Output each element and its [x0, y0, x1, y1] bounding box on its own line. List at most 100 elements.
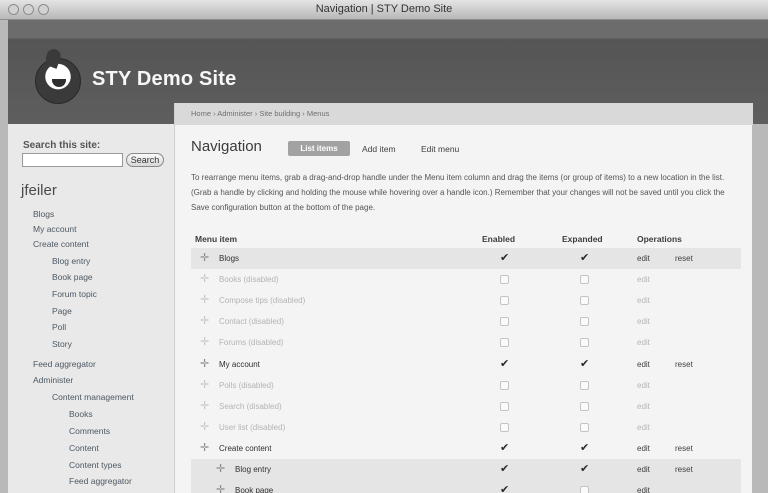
drag-handle-icon[interactable]: ✛ — [200, 358, 209, 370]
edit-link[interactable]: edit — [637, 444, 650, 453]
nav-link-create-content[interactable]: Create content — [33, 239, 89, 249]
nav-link-blog-entry[interactable]: Blog entry — [52, 256, 90, 266]
drag-handle-icon[interactable]: ✛ — [200, 400, 209, 412]
expanded-checkbox[interactable] — [580, 402, 589, 411]
drag-handle-icon[interactable]: ✛ — [200, 294, 209, 306]
drupal-logo-icon[interactable] — [35, 58, 81, 104]
nav-link-content-types[interactable]: Content types — [69, 460, 121, 470]
nav-link-poll[interactable]: Poll — [52, 322, 66, 332]
drag-handle-icon[interactable]: ✛ — [200, 252, 209, 264]
edit-link[interactable]: edit — [637, 465, 650, 474]
nav-link-books[interactable]: Books — [69, 409, 93, 419]
nav-link-blogs[interactable]: Blogs — [33, 209, 54, 219]
edit-link[interactable]: edit — [637, 360, 650, 369]
edit-link[interactable]: edit — [637, 402, 650, 411]
edit-link[interactable]: edit — [637, 338, 650, 347]
table-row: ✛ Search (disabled) edit — [191, 396, 741, 417]
search-button[interactable]: Search — [126, 153, 164, 167]
tab-list-items[interactable]: List items — [288, 141, 350, 156]
tab-edit-menu[interactable]: Edit menu — [421, 144, 459, 154]
nav-link-comments[interactable]: Comments — [69, 426, 110, 436]
nav-link-feed-aggregator[interactable]: Feed aggregator — [33, 359, 96, 369]
enabled-checkbox[interactable] — [500, 483, 509, 493]
enabled-checkbox[interactable] — [500, 423, 509, 432]
drag-handle-icon[interactable]: ✛ — [200, 442, 209, 454]
edit-link[interactable]: edit — [637, 381, 650, 390]
menu-item-link[interactable]: Polls (disabled) — [219, 381, 274, 390]
tab-add-item[interactable]: Add item — [362, 144, 396, 154]
drag-handle-icon[interactable]: ✛ — [200, 421, 209, 433]
menu-item-link[interactable]: Contact (disabled) — [219, 317, 284, 326]
search-input[interactable] — [22, 153, 123, 167]
nav-link-book-page[interactable]: Book page — [52, 272, 93, 282]
menu-item-link[interactable]: Blog entry — [235, 465, 271, 474]
main-content: Home › Administer › Site building › Menu… — [174, 103, 753, 493]
nav-link-forum-topic[interactable]: Forum topic — [52, 289, 97, 299]
menu-item-link[interactable]: Compose tips (disabled) — [219, 296, 305, 305]
edit-link[interactable]: edit — [637, 486, 650, 493]
nav-link-story[interactable]: Story — [52, 339, 72, 349]
reset-link[interactable]: reset — [675, 254, 693, 263]
table-row: ✛ User list (disabled) edit — [191, 417, 741, 438]
edit-link[interactable]: edit — [637, 296, 650, 305]
nav-link-feed-aggregator-admin[interactable]: Feed aggregator — [69, 476, 132, 486]
nav-link-administer[interactable]: Administer — [33, 375, 73, 385]
menu-item-link[interactable]: Books (disabled) — [219, 275, 279, 284]
enabled-checkbox[interactable] — [500, 317, 509, 326]
menu-item-link[interactable]: User list (disabled) — [219, 423, 285, 432]
expanded-checkbox[interactable] — [580, 296, 589, 305]
enabled-checkbox[interactable] — [500, 441, 509, 454]
expanded-checkbox[interactable] — [580, 462, 589, 475]
enabled-checkbox[interactable] — [500, 381, 509, 390]
edit-link[interactable]: edit — [637, 254, 650, 263]
table-row: ✛ Create content edit reset — [191, 438, 741, 459]
edit-link[interactable]: edit — [637, 423, 650, 432]
drag-handle-icon[interactable]: ✛ — [200, 379, 209, 391]
expanded-checkbox[interactable] — [580, 441, 589, 454]
expanded-checkbox[interactable] — [580, 357, 589, 370]
menu-item-link[interactable]: Blogs — [219, 254, 239, 263]
table-row: ✛ Forums (disabled) edit — [191, 332, 741, 353]
expanded-checkbox[interactable] — [580, 338, 589, 347]
enabled-checkbox[interactable] — [500, 251, 509, 264]
page-title: Navigation — [191, 138, 262, 155]
menu-item-link[interactable]: Book page — [235, 486, 273, 493]
enabled-checkbox[interactable] — [500, 338, 509, 347]
reset-link[interactable]: reset — [675, 360, 693, 369]
enabled-checkbox[interactable] — [500, 296, 509, 305]
drag-handle-icon[interactable]: ✛ — [216, 484, 225, 493]
expanded-checkbox[interactable] — [580, 381, 589, 390]
column-header-operations: Operations — [637, 234, 682, 244]
enabled-checkbox[interactable] — [500, 402, 509, 411]
enabled-checkbox[interactable] — [500, 462, 509, 475]
menu-item-link[interactable]: Forums (disabled) — [219, 338, 283, 347]
expanded-checkbox[interactable] — [580, 486, 589, 493]
menu-item-link[interactable]: Create content — [219, 444, 271, 453]
expanded-checkbox[interactable] — [580, 251, 589, 264]
reset-link[interactable]: reset — [675, 465, 693, 474]
drag-handle-icon[interactable]: ✛ — [200, 336, 209, 348]
breadcrumb[interactable]: Home › Administer › Site building › Menu… — [191, 109, 329, 118]
expanded-checkbox[interactable] — [580, 317, 589, 326]
search-label: Search this site: — [23, 140, 101, 151]
enabled-checkbox[interactable] — [500, 275, 509, 284]
nav-link-content[interactable]: Content — [69, 443, 99, 453]
reset-link[interactable]: reset — [675, 444, 693, 453]
nav-link-my-account[interactable]: My account — [33, 224, 76, 234]
nav-link-content-management[interactable]: Content management — [52, 392, 134, 402]
site-name[interactable]: STY Demo Site — [92, 68, 237, 91]
drag-handle-icon[interactable]: ✛ — [216, 463, 225, 475]
expanded-checkbox[interactable] — [580, 275, 589, 284]
expanded-checkbox[interactable] — [580, 423, 589, 432]
enabled-checkbox[interactable] — [500, 357, 509, 370]
menu-item-link[interactable]: Search (disabled) — [219, 402, 282, 411]
menu-item-link[interactable]: My account — [219, 360, 260, 369]
table-row: ✛ My account edit reset — [191, 354, 741, 375]
table-row: ✛ Compose tips (disabled) edit — [191, 290, 741, 311]
drag-handle-icon[interactable]: ✛ — [200, 273, 209, 285]
table-row: ✛ Polls (disabled) edit — [191, 375, 741, 396]
nav-link-page[interactable]: Page — [52, 306, 72, 316]
edit-link[interactable]: edit — [637, 317, 650, 326]
drag-handle-icon[interactable]: ✛ — [200, 315, 209, 327]
edit-link[interactable]: edit — [637, 275, 650, 284]
